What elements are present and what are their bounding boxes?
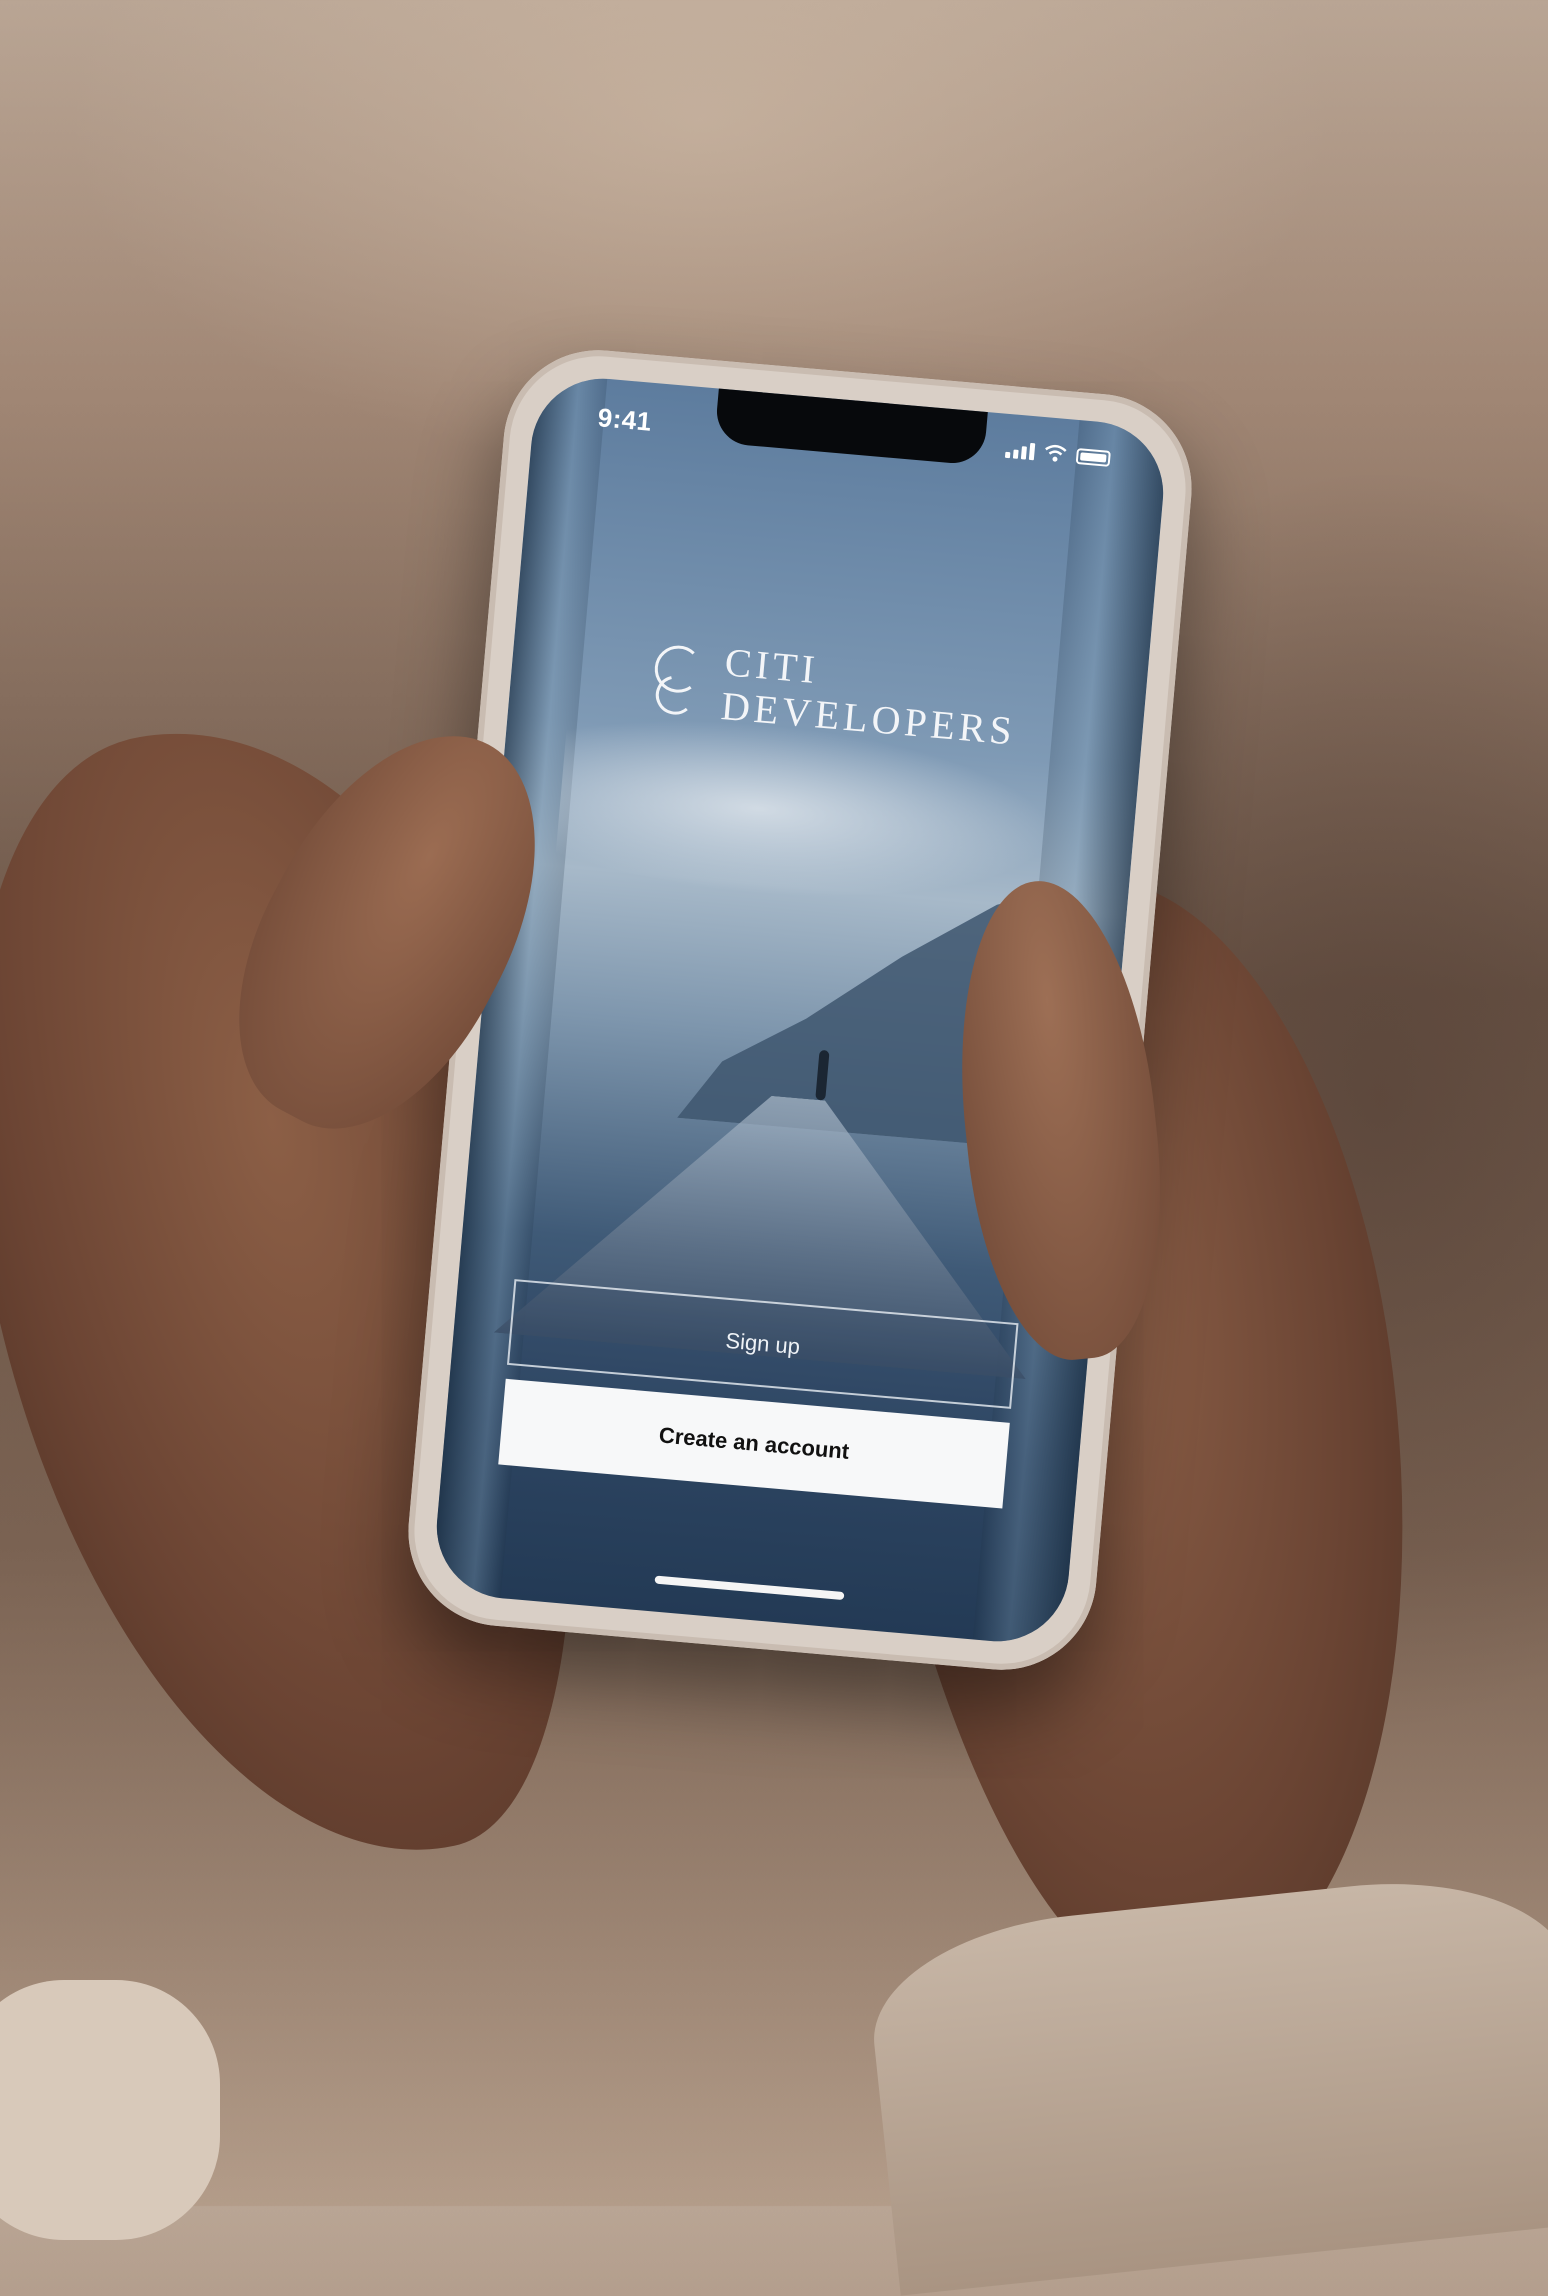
citi-developers-logo-icon xyxy=(654,645,695,715)
wifi-icon xyxy=(1045,444,1067,462)
left-sleeve xyxy=(0,1980,220,2240)
status-time: 9:41 xyxy=(596,402,654,437)
phone-notch xyxy=(714,386,988,466)
home-indicator[interactable] xyxy=(654,1575,845,1601)
battery-icon xyxy=(1075,448,1111,467)
cellular-signal-icon xyxy=(1004,440,1036,461)
